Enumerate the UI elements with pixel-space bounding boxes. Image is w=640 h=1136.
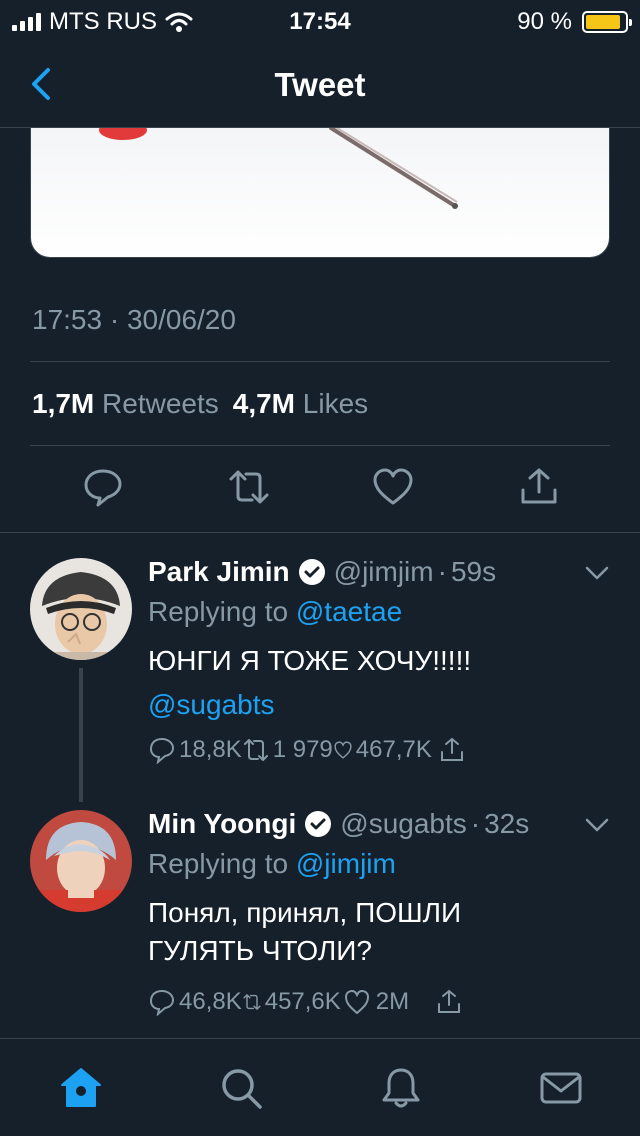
replying-prefix: Replying to xyxy=(148,596,289,627)
reply-text: ЮНГИ Я ТОЖЕ ХОЧУ!!!!! @sugabts xyxy=(148,642,608,724)
like-icon xyxy=(344,989,369,1015)
retweet-icon[interactable] xyxy=(228,466,270,508)
battery-percent: 90 % xyxy=(517,8,572,35)
page-title: Tweet xyxy=(274,66,366,103)
retweets-count: 1,7M xyxy=(32,388,95,419)
tab-bar xyxy=(0,1038,640,1136)
retweet-count-button[interactable]: 457,6K xyxy=(242,988,341,1016)
retweet-icon xyxy=(243,739,268,761)
like-count-button[interactable]: 2M xyxy=(341,988,409,1016)
tweet-media-image[interactable] xyxy=(30,128,610,258)
like-icon[interactable] xyxy=(372,466,414,508)
like-count: 2M xyxy=(375,988,410,1015)
separator-dot: · xyxy=(437,556,447,587)
divider xyxy=(30,445,610,446)
replying-to: Replying to @jimjim xyxy=(148,848,396,880)
reply-header: Park Jimin @jimjim · 59s xyxy=(148,556,496,588)
thread-line xyxy=(79,668,83,802)
reply-icon[interactable] xyxy=(82,466,124,508)
username[interactable]: @sugabts xyxy=(340,808,467,840)
divider xyxy=(0,532,640,533)
display-name[interactable]: Min Yoongi xyxy=(148,808,296,840)
share-icon xyxy=(440,737,463,761)
notifications-icon[interactable] xyxy=(378,1065,424,1111)
relative-time: 59s xyxy=(450,556,497,587)
retweets-label: Retweets xyxy=(102,388,219,419)
replying-mention-link[interactable]: @taetae xyxy=(296,596,402,627)
reply-icon xyxy=(149,737,175,764)
likes-stat[interactable]: 4,7M Likes xyxy=(233,388,370,420)
tweet-timestamp: 17:53 · 30/06/20 xyxy=(32,304,236,335)
search-icon[interactable] xyxy=(218,1065,264,1111)
replying-prefix: Replying to xyxy=(148,848,289,879)
likes-count: 4,7M xyxy=(232,388,295,419)
share-button[interactable] xyxy=(438,736,469,764)
reply-count: 46,8K xyxy=(179,988,242,1015)
divider xyxy=(30,361,610,362)
share-button[interactable] xyxy=(435,988,466,1016)
like-count-button[interactable]: 467,7K xyxy=(333,736,432,764)
share-icon xyxy=(438,989,461,1013)
username[interactable]: @jimjim xyxy=(334,556,434,588)
retweet-count: 457,6K xyxy=(264,988,341,1015)
reply-count: 18,8K xyxy=(179,736,242,763)
retweet-count: 1 979 xyxy=(272,736,333,763)
like-icon xyxy=(334,741,352,759)
retweet-icon xyxy=(243,994,261,1010)
share-icon[interactable] xyxy=(518,466,560,508)
chevron-down-icon[interactable] xyxy=(584,560,610,586)
like-count: 467,7K xyxy=(355,736,432,763)
reply-text: Понял, принял, ПОШЛИ ГУЛЯТЬ ЧТОЛИ? xyxy=(148,897,462,966)
likes-label: Likes xyxy=(302,388,369,419)
battery-icon xyxy=(582,11,632,33)
retweet-count-button[interactable]: 1 979 xyxy=(242,736,333,764)
reply-header: Min Yoongi @sugabts · 32s xyxy=(148,808,529,840)
retweets-stat[interactable]: 1,7M Retweets xyxy=(32,388,221,420)
mention-link[interactable]: @sugabts xyxy=(148,686,608,724)
avatar[interactable] xyxy=(30,810,132,912)
reply-count-button[interactable]: 46,8K xyxy=(148,988,242,1016)
navigation-bar: Tweet xyxy=(0,40,640,128)
battery-group: 90 % xyxy=(517,8,632,36)
home-icon[interactable] xyxy=(58,1065,104,1111)
display-name[interactable]: Park Jimin xyxy=(148,556,290,588)
replying-to: Replying to @taetae xyxy=(148,596,402,628)
tweet-stats: 1,7M Retweets 4,7M Likes xyxy=(32,388,370,420)
avatar[interactable] xyxy=(30,558,132,660)
tweet-body: ЮНГИ Я ТОЖЕ ХОЧУ!!!!! xyxy=(148,645,472,676)
tweet-actions xyxy=(0,466,640,512)
separator-dot: · xyxy=(470,808,481,839)
media-picture xyxy=(99,128,458,209)
messages-icon[interactable] xyxy=(538,1065,584,1111)
verified-badge-icon xyxy=(298,559,325,585)
reply-count-button[interactable]: 18,8K xyxy=(148,736,242,764)
relative-time: 32s xyxy=(484,808,530,839)
reply-icon xyxy=(149,989,175,1016)
chevron-down-icon[interactable] xyxy=(584,812,610,838)
reply-actions: 46,8K 457,6K 2M xyxy=(148,988,466,1016)
replying-mention-link[interactable]: @jimjim xyxy=(296,848,396,879)
status-bar: MTS RUS 17:54 90 % xyxy=(0,0,640,40)
reply-actions: 18,8K 1 979 467,7K xyxy=(148,736,469,764)
verified-badge-icon xyxy=(305,811,332,837)
